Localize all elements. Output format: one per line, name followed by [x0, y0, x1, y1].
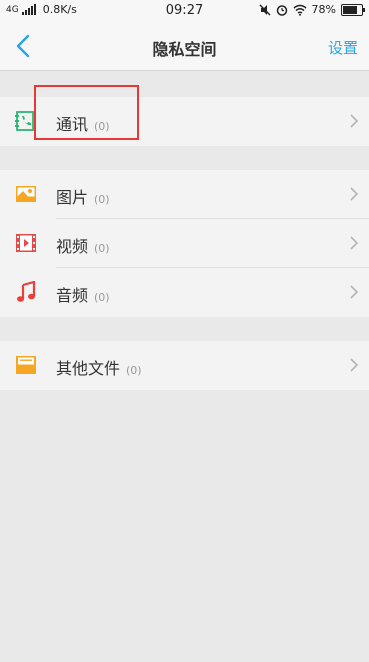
chevron-right-icon — [350, 114, 359, 128]
settings-button[interactable]: 设置 — [328, 37, 358, 58]
page-title: 隐私空间 — [152, 40, 217, 59]
item-count: (0) — [94, 242, 110, 255]
folder-icon — [16, 356, 36, 374]
wifi-icon — [293, 4, 307, 16]
title-bar: 隐私空间 设置 — [0, 22, 369, 71]
list-item-label: 图片 (0) — [56, 184, 110, 208]
list-item-label: 音频 (0) — [56, 282, 110, 306]
item-title: 视频 — [56, 237, 89, 256]
chevron-right-icon — [350, 358, 359, 372]
list-item-images[interactable]: 图片 (0) — [0, 170, 369, 219]
battery-percent: 78% — [311, 3, 336, 16]
video-icon — [16, 234, 36, 252]
list-item-other-files[interactable]: 其他文件 (0) — [0, 341, 369, 390]
mute-icon — [259, 4, 271, 15]
music-icon — [17, 281, 36, 302]
list-item-videos[interactable]: 视频 (0) — [0, 219, 369, 268]
status-right: 78% — [259, 3, 365, 16]
item-count: (0) — [94, 291, 110, 304]
highlight-box — [34, 85, 139, 140]
battery-icon — [341, 3, 365, 16]
list-item-label: 视频 (0) — [56, 233, 110, 257]
media-group: 图片 (0) 视频 (0) 音频 (0) — [0, 170, 369, 317]
image-icon — [16, 186, 36, 202]
alarm-icon — [276, 4, 287, 16]
item-count: (0) — [126, 364, 142, 377]
item-title: 音频 — [56, 286, 89, 305]
status-bar: 4G 0.8K/s 09:27 78% — [0, 0, 369, 22]
item-count: (0) — [94, 193, 110, 206]
list-item-audio[interactable]: 音频 (0) — [0, 268, 369, 317]
chevron-right-icon — [350, 187, 359, 201]
list-item-label: 其他文件 (0) — [56, 355, 142, 379]
chevron-right-icon — [350, 236, 359, 250]
item-title: 图片 — [56, 188, 89, 207]
files-group: 其他文件 (0) — [0, 341, 369, 390]
battery-fill — [343, 5, 357, 14]
chevron-right-icon — [350, 285, 359, 299]
item-title: 其他文件 — [56, 359, 121, 378]
